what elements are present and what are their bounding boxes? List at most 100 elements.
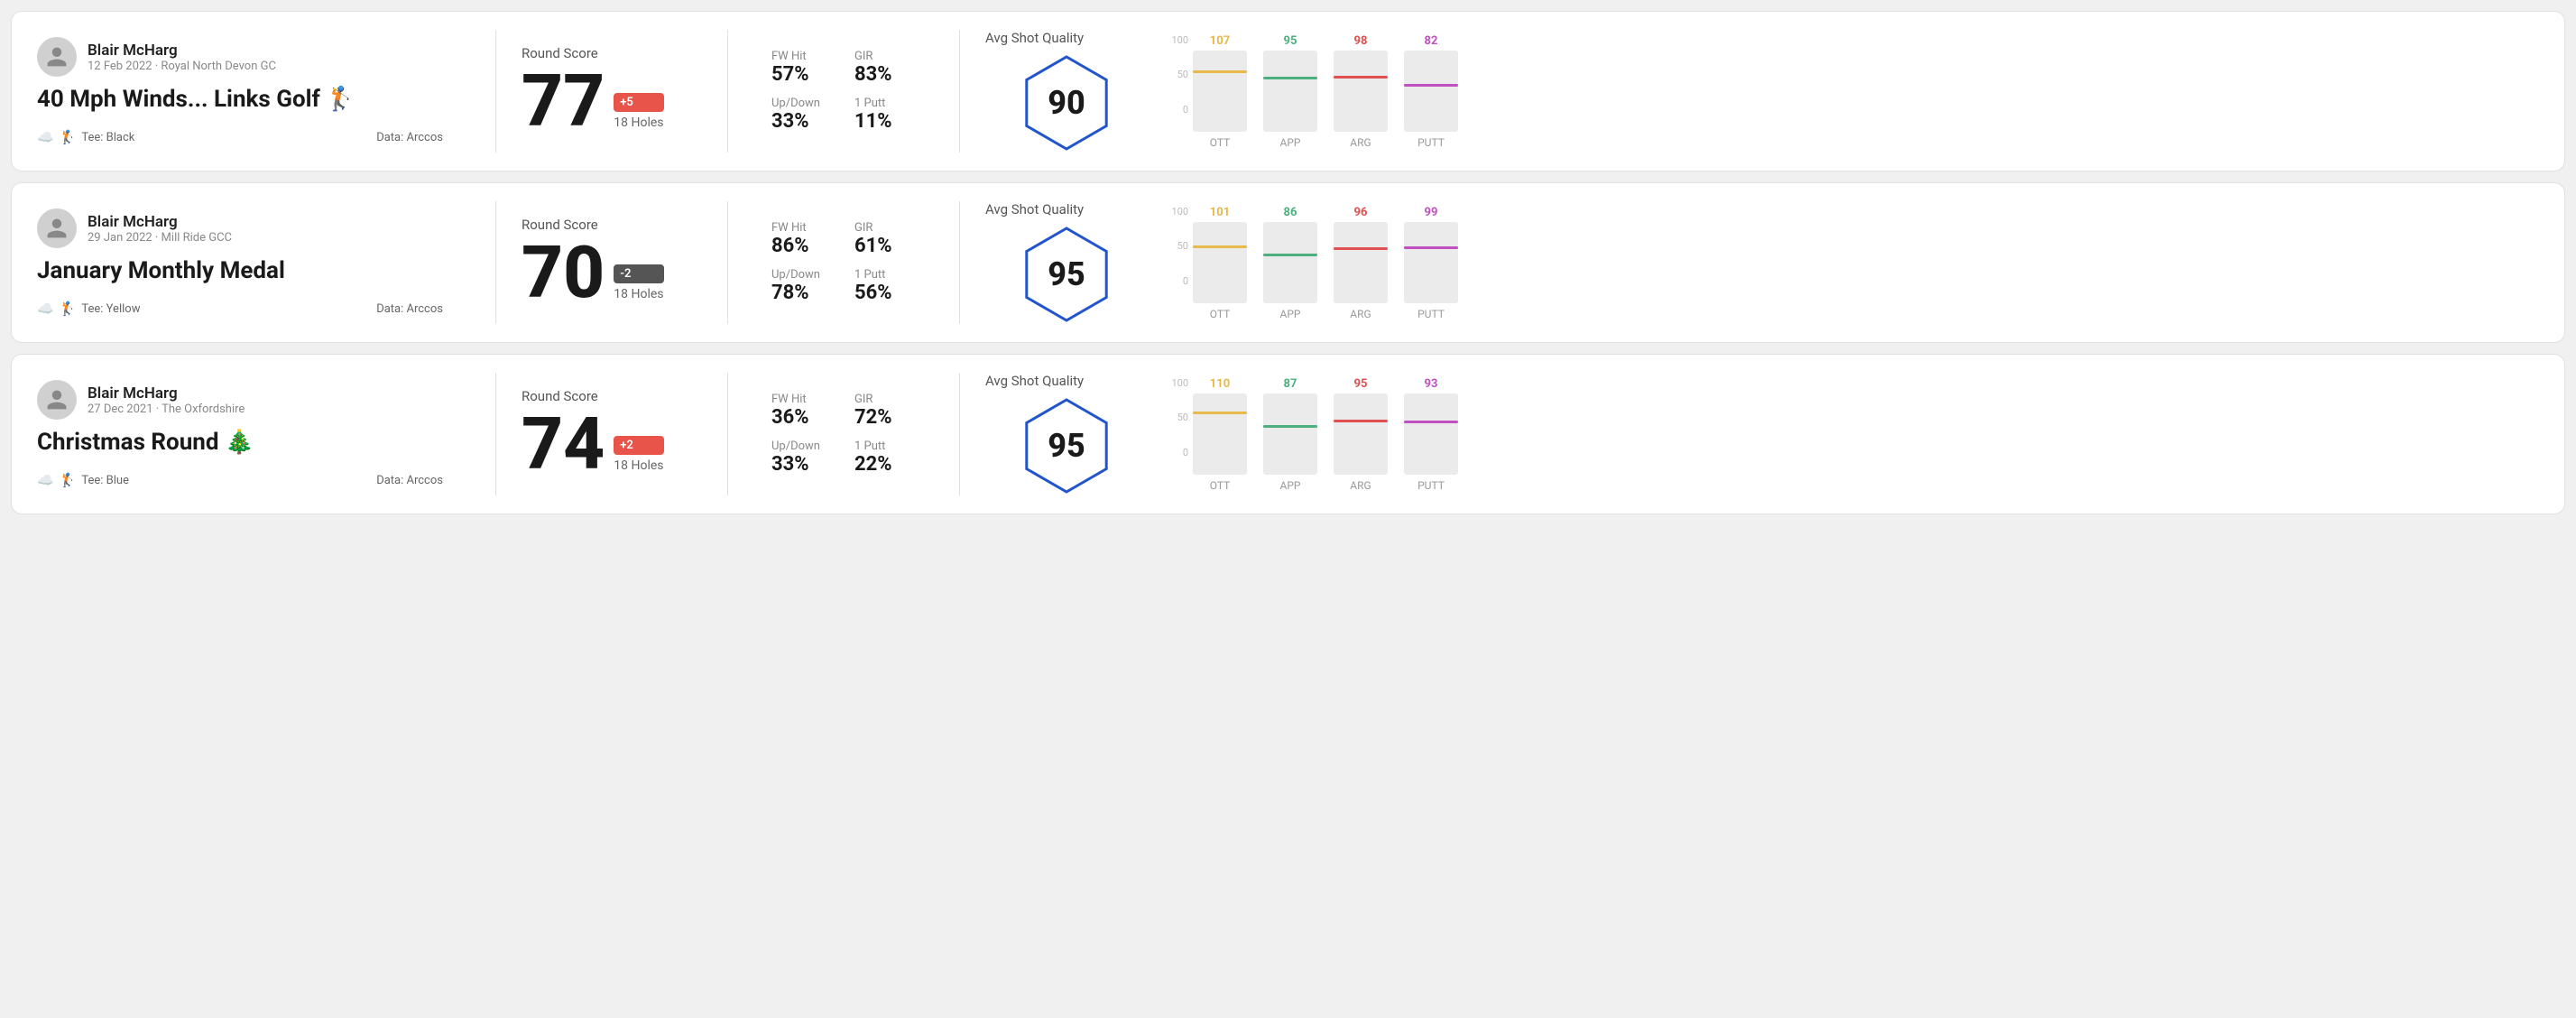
gir-label: GIR	[854, 50, 916, 63]
chart-value-app: 87	[1284, 377, 1297, 391]
score-modifier: +5	[614, 93, 663, 112]
bar-columns: 101 OTT 86 APP 96 ARG	[1193, 206, 1458, 320]
quality-section: Avg Shot Quality 95	[985, 201, 1148, 324]
divider-left	[495, 201, 496, 324]
tee-row: ☁️ 🏌️ Tee: Yellow Data: Arccos	[37, 301, 443, 317]
divider-right	[959, 201, 960, 324]
stat-1putt: 1 Putt 11%	[854, 97, 916, 133]
divider-mid	[727, 201, 728, 324]
y-label-50: 50	[1166, 240, 1188, 252]
updown-value: 78%	[771, 282, 833, 304]
chart-xlabel-app: APP	[1280, 479, 1301, 492]
user-row: Blair McHarg 29 Jan 2022 · Mill Ride GCC	[37, 208, 443, 248]
score-badge-col: +2 18 Holes	[614, 436, 663, 480]
y-label-0: 0	[1166, 104, 1188, 116]
tee-row: ☁️ 🏌️ Tee: Blue Data: Arccos	[37, 472, 443, 488]
quality-score: 90	[1048, 84, 1085, 122]
chart-value-arg: 98	[1354, 34, 1368, 48]
chart-xlabel-arg: ARG	[1350, 136, 1371, 149]
avatar	[37, 208, 77, 248]
y-axis: 100 50 0	[1166, 377, 1193, 458]
chart-xlabel-app: APP	[1280, 136, 1301, 149]
stat-1putt: 1 Putt 22%	[854, 440, 916, 476]
score-modifier: -2	[614, 264, 663, 283]
chart-column-app: 87 APP	[1263, 377, 1317, 492]
quality-score: 95	[1048, 427, 1085, 465]
divider-left	[495, 373, 496, 495]
gir-label: GIR	[854, 393, 916, 406]
gir-label: GIR	[854, 221, 916, 235]
wind-icon: 🏌️	[60, 301, 77, 317]
chart-xlabel-putt: PUTT	[1417, 308, 1445, 320]
stats-grid: FW Hit 57% GIR 83% Up/Down 33% 1 Putt 11…	[771, 50, 916, 133]
chart-value-putt: 99	[1425, 206, 1438, 219]
weather-icon: ☁️	[37, 129, 54, 145]
user-name: Blair McHarg	[88, 384, 245, 403]
stat-updown: Up/Down 33%	[771, 440, 833, 476]
holes-label: 18 Holes	[614, 116, 663, 130]
fw-hit-label: FW Hit	[771, 393, 833, 406]
quality-label: Avg Shot Quality	[985, 30, 1084, 46]
user-meta: 27 Dec 2021 · The Oxfordshire	[88, 403, 245, 416]
quality-score: 95	[1048, 255, 1085, 293]
chart-xlabel-arg: ARG	[1350, 479, 1371, 492]
updown-label: Up/Down	[771, 97, 833, 110]
y-axis: 100 50 0	[1166, 206, 1193, 287]
fw-hit-value: 57%	[771, 63, 833, 86]
stats-section: FW Hit 57% GIR 83% Up/Down 33% 1 Putt 11…	[753, 50, 934, 133]
user-meta: 12 Feb 2022 · Royal North Devon GC	[88, 60, 276, 73]
weather-icon: ☁️	[37, 472, 54, 488]
y-label-50: 50	[1166, 69, 1188, 80]
chart-xlabel-app: APP	[1280, 308, 1301, 320]
round-left-round2: Blair McHarg 29 Jan 2022 · Mill Ride GCC…	[37, 208, 470, 317]
updown-label: Up/Down	[771, 440, 833, 453]
round-card-round1: Blair McHarg 12 Feb 2022 · Royal North D…	[11, 11, 2565, 171]
score-number: 74	[522, 408, 605, 480]
divider-right	[959, 373, 960, 495]
divider-right	[959, 30, 960, 153]
tee-label: Tee: Blue	[81, 474, 129, 487]
putt1-value: 22%	[854, 453, 916, 476]
user-info: Blair McHarg 12 Feb 2022 · Royal North D…	[88, 42, 276, 73]
hexagon-container: 95	[1017, 396, 1116, 495]
gir-value: 83%	[854, 63, 916, 86]
chart-section: 100 50 0 110 OTT 87 APP	[1148, 377, 2539, 492]
data-source: Data: Arccos	[376, 302, 443, 316]
y-axis: 100 50 0	[1166, 34, 1193, 116]
chart-full: 100 50 0 101 OTT 86 APP	[1166, 206, 2539, 320]
stat-gir: GIR 72%	[854, 393, 916, 429]
avatar	[37, 37, 77, 77]
fw-hit-value: 36%	[771, 406, 833, 429]
score-number: 70	[522, 236, 605, 309]
stats-grid: FW Hit 36% GIR 72% Up/Down 33% 1 Putt 22…	[771, 393, 916, 476]
quality-section: Avg Shot Quality 90	[985, 30, 1148, 153]
score-section: Round Score 70 -2 18 Holes	[522, 217, 702, 309]
fw-hit-value: 86%	[771, 235, 833, 257]
score-section: Round Score 77 +5 18 Holes	[522, 45, 702, 137]
chart-column-arg: 98 ARG	[1334, 34, 1388, 149]
user-icon	[45, 45, 69, 69]
stat-updown: Up/Down 33%	[771, 97, 833, 133]
score-modifier: +2	[614, 436, 663, 455]
putt1-value: 56%	[854, 282, 916, 304]
stat-updown: Up/Down 78%	[771, 268, 833, 304]
chart-value-putt: 93	[1425, 377, 1438, 391]
chart-xlabel-putt: PUTT	[1417, 479, 1445, 492]
chart-column-putt: 99 PUTT	[1404, 206, 1458, 320]
round-card-round3: Blair McHarg 27 Dec 2021 · The Oxfordshi…	[11, 354, 2565, 514]
user-row: Blair McHarg 12 Feb 2022 · Royal North D…	[37, 37, 443, 77]
y-label-100: 100	[1166, 34, 1188, 46]
tee-label: Tee: Black	[81, 131, 134, 144]
chart-column-app: 86 APP	[1263, 206, 1317, 320]
stat-gir: GIR 61%	[854, 221, 916, 257]
gir-value: 61%	[854, 235, 916, 257]
data-source: Data: Arccos	[376, 131, 443, 144]
chart-column-arg: 95 ARG	[1334, 377, 1388, 492]
chart-value-ott: 107	[1210, 34, 1230, 48]
putt1-value: 11%	[854, 110, 916, 133]
weather-icon: ☁️	[37, 301, 54, 317]
data-source: Data: Arccos	[376, 474, 443, 487]
user-icon	[45, 217, 69, 240]
quality-label: Avg Shot Quality	[985, 373, 1084, 389]
chart-value-app: 86	[1284, 206, 1297, 219]
